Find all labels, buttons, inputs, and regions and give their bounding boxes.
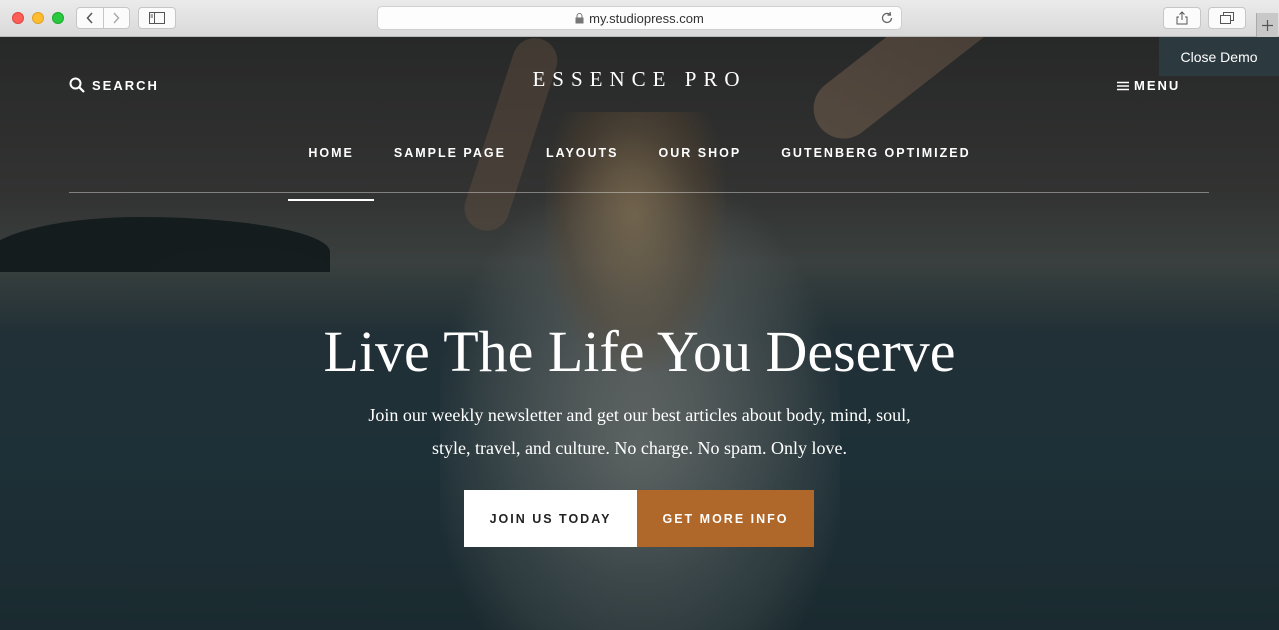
nav-item-layouts[interactable]: LAYOUTS <box>526 145 639 161</box>
menu-label: MENU <box>1134 78 1181 93</box>
new-tab-button[interactable] <box>1256 13 1278 37</box>
close-demo-button[interactable]: Close Demo <box>1159 37 1279 76</box>
reload-icon[interactable] <box>881 11 894 25</box>
menu-button[interactable]: MENU <box>1117 78 1180 93</box>
hero-section: SEARCH ESSENCE PRO MENU HOME SAMPLE PAGE… <box>0 37 1279 630</box>
sidebar-icon <box>149 12 165 24</box>
hero-description-line: style, travel, and culture. No charge. N… <box>431 438 848 458</box>
zoom-window-button[interactable] <box>52 12 64 24</box>
minimize-window-button[interactable] <box>32 12 44 24</box>
hero-description-line: Join our weekly newsletter and get our b… <box>368 405 911 425</box>
sidebar-toggle-button[interactable] <box>138 7 176 29</box>
nav-item-gutenberg-optimized[interactable]: GUTENBERG OPTIMIZED <box>761 145 990 161</box>
primary-nav: HOME SAMPLE PAGE LAYOUTS OUR SHOP GUTENB… <box>0 145 1279 201</box>
back-icon <box>86 12 93 24</box>
site-header: SEARCH ESSENCE PRO MENU HOME SAMPLE PAGE… <box>0 37 1279 201</box>
nav-item-sample-page[interactable]: SAMPLE PAGE <box>374 145 526 161</box>
site-title[interactable]: ESSENCE PRO <box>0 67 1279 92</box>
browser-toolbar: my.studiopress.com <box>0 0 1279 37</box>
hero-title: Live The Life You Deserve <box>323 319 956 384</box>
lock-icon <box>575 12 584 23</box>
show-tabs-button[interactable] <box>1208 7 1246 29</box>
hero-description: Join our weekly newsletter and get our b… <box>340 399 940 465</box>
back-button[interactable] <box>77 8 103 28</box>
url-text: my.studiopress.com <box>589 10 704 26</box>
get-more-info-button[interactable]: GET MORE INFO <box>637 490 814 547</box>
history-nav <box>76 7 130 29</box>
join-us-today-button[interactable]: JOIN US TODAY <box>464 490 637 547</box>
forward-button[interactable] <box>102 8 130 28</box>
hamburger-icon <box>1117 81 1129 90</box>
address-bar[interactable]: my.studiopress.com <box>377 6 902 30</box>
plus-icon <box>1262 19 1273 31</box>
tabs-icon <box>1220 12 1234 24</box>
hero-content: Live The Life You Deserve Join our weekl… <box>0 317 1279 465</box>
nav-item-home[interactable]: HOME <box>288 145 374 201</box>
forward-icon <box>113 12 120 24</box>
close-window-button[interactable] <box>12 12 24 24</box>
nav-divider <box>69 192 1209 193</box>
share-button[interactable] <box>1163 7 1201 29</box>
hero-buttons: JOIN US TODAY GET MORE INFO <box>464 490 814 547</box>
share-icon <box>1176 11 1188 25</box>
nav-item-our-shop[interactable]: OUR SHOP <box>639 145 762 161</box>
